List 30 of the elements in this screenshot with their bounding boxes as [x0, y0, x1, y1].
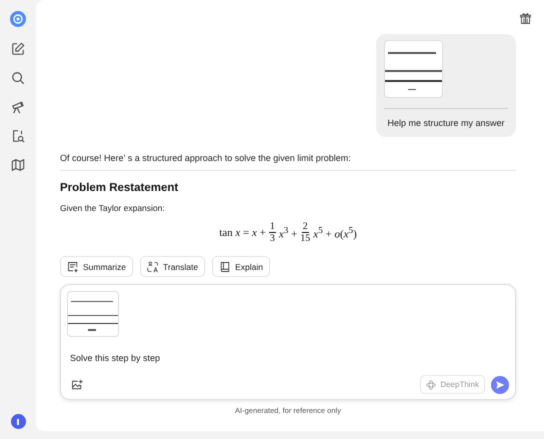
- formula-text: tan x = x +: [219, 226, 266, 238]
- action-button[interactable]: Summarize: [60, 256, 133, 277]
- message-text: Help me structure my answer: [386, 117, 506, 129]
- new-chat-icon[interactable]: [11, 42, 25, 56]
- send-button[interactable]: [491, 376, 509, 394]
- action-button[interactable]: Explain: [212, 256, 270, 277]
- reply-paragraph: Given the Taylor expansion:: [60, 203, 166, 213]
- summary-icon: [67, 260, 79, 272]
- translate-icon: [146, 260, 159, 272]
- reply-intro: Of course! Here’ s a structured approach to solve the given limit problem:: [60, 153, 352, 163]
- fraction: 2 15: [300, 221, 310, 244]
- telescope-icon[interactable]: [11, 100, 25, 114]
- section-heading: Problem Restatement: [60, 182, 180, 194]
- image-thumbnail[interactable]: [67, 291, 119, 337]
- logo-icon[interactable]: [10, 11, 26, 27]
- map-icon[interactable]: [11, 158, 25, 172]
- message-composer[interactable]: Solve this step by step DeepThink: [60, 284, 516, 400]
- atom-icon: [426, 380, 436, 390]
- formula-text: x$^{5}$ + o(x$^{5}$): [313, 224, 357, 240]
- fraction: 1 3: [268, 221, 276, 244]
- search-icon[interactable]: [11, 71, 25, 85]
- book-icon: [219, 260, 232, 272]
- image-thumbnail[interactable]: [384, 40, 443, 98]
- document-search-icon[interactable]: [11, 129, 25, 143]
- formula-text: x$^{3}$ +: [278, 224, 298, 240]
- gift-icon[interactable]: [519, 12, 532, 25]
- send-icon: [495, 380, 505, 390]
- action-button[interactable]: Translate: [140, 256, 206, 277]
- avatar[interactable]: [10, 414, 26, 429]
- image-upload-icon[interactable]: [71, 378, 83, 390]
